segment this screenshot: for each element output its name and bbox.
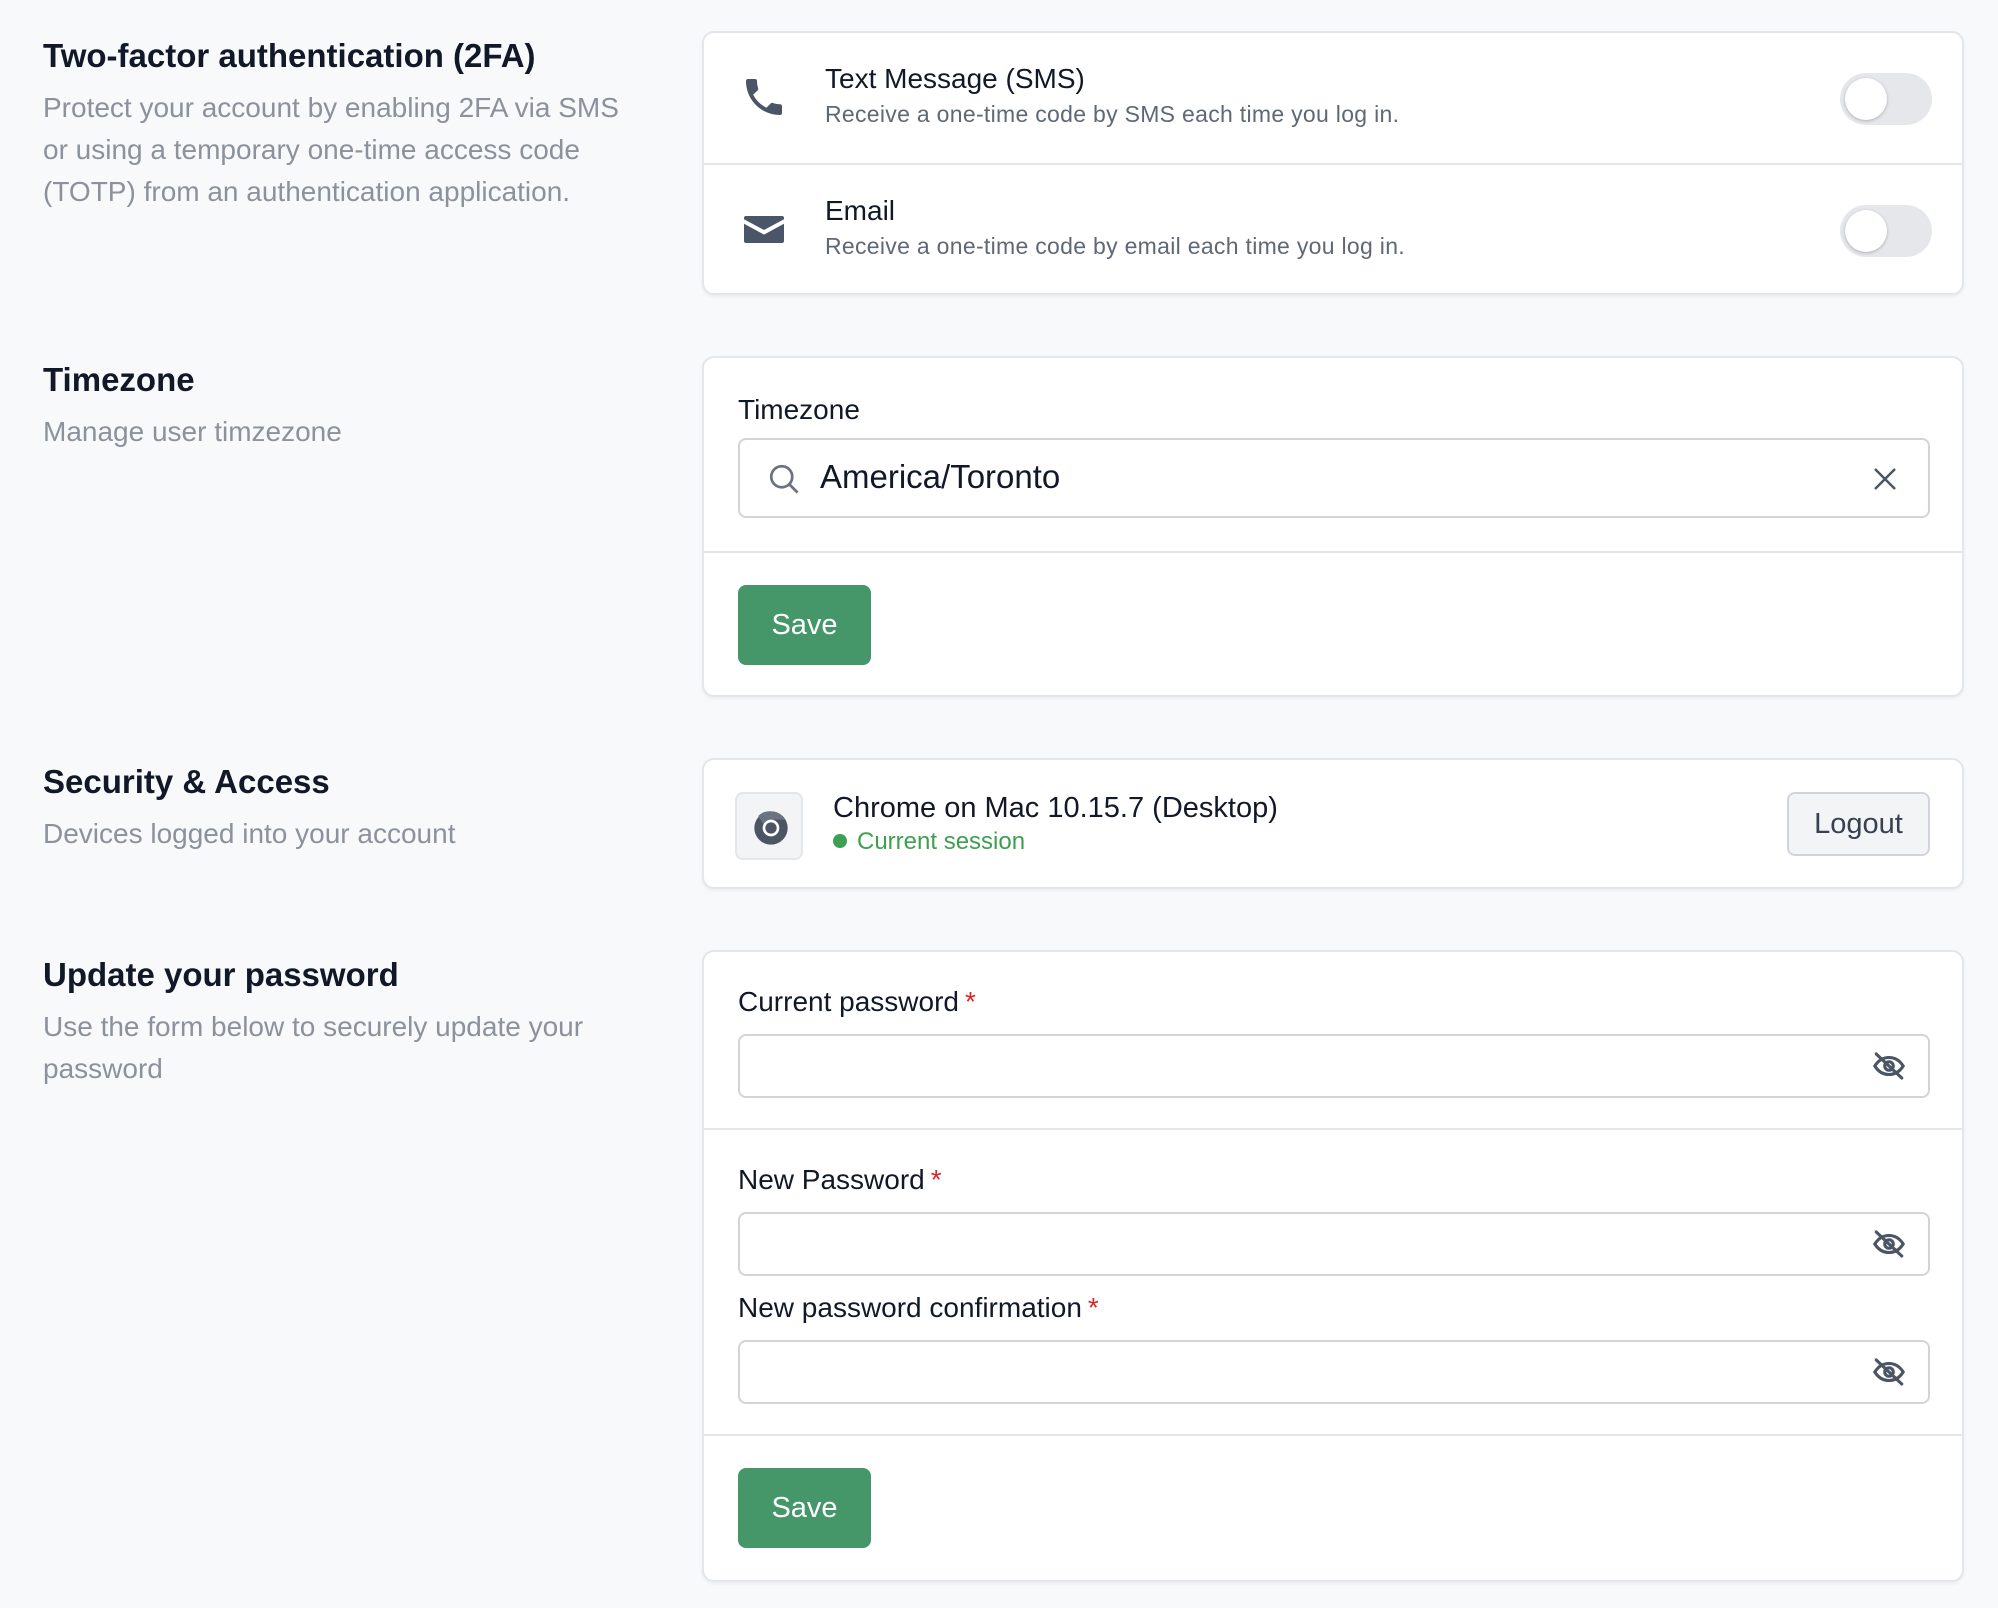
password-description: Use the form below to securely update yo… (43, 1011, 584, 1084)
confirm-password-label: New password confirmation * (738, 1292, 1099, 1324)
new-password-input[interactable] (740, 1214, 1928, 1274)
two-factor-description: Protect your account by enabling 2FA via… (43, 92, 619, 207)
timezone-value: America/Toronto (820, 458, 1061, 495)
email-toggle[interactable] (1840, 205, 1932, 257)
search-icon (769, 464, 799, 494)
required-marker: * (964, 986, 976, 1017)
clear-icon[interactable] (1870, 464, 1900, 494)
email-option-subtitle: Receive a one-time code by email each ti… (825, 233, 1405, 259)
timezone-description: Manage user timzezone (43, 416, 342, 447)
envelope-icon (744, 216, 784, 243)
current-password-input[interactable] (740, 1036, 1928, 1096)
sms-option-subtitle: Receive a one-time code by SMS each time… (825, 101, 1400, 127)
status-dot (833, 834, 847, 848)
eye-slash-icon[interactable] (1872, 1357, 1906, 1387)
eye-slash-icon[interactable] (1872, 1051, 1906, 1081)
eye-slash-icon[interactable] (1872, 1229, 1906, 1259)
two-factor-card: Text Message (SMS) Receive a one-time co… (702, 31, 1964, 295)
toggle-knob (1845, 78, 1887, 120)
timezone-select[interactable]: America/Toronto (738, 438, 1930, 518)
two-factor-description-block: Two-factor authentication (2FA) Protect … (43, 35, 643, 213)
current-password-field (738, 1034, 1930, 1098)
session-status-label: Current session (857, 828, 1026, 855)
timezone-description-block: Timezone Manage user timzezone (43, 359, 643, 453)
new-password-label-text: New Password (738, 1164, 925, 1195)
security-title: Security & Access (43, 763, 330, 800)
security-description-block: Security & Access Devices logged into yo… (43, 761, 643, 855)
confirm-password-label-text: New password confirmation (738, 1292, 1082, 1323)
current-password-label: Current password * (738, 986, 976, 1018)
new-password-label: New Password * (738, 1164, 942, 1196)
email-option-title: Email (825, 195, 896, 226)
card-divider (704, 551, 1962, 553)
timezone-title: Timezone (43, 361, 195, 398)
confirm-password-field (738, 1340, 1930, 1404)
card-divider (704, 1128, 1962, 1130)
timezone-card: Timezone America/Toronto Save (702, 356, 1964, 697)
two-factor-title: Two-factor authentication (2FA) (43, 37, 536, 74)
chrome-icon (754, 811, 788, 845)
security-description: Devices logged into your account (43, 818, 456, 849)
password-description-block: Update your password Use the form below … (43, 954, 643, 1090)
sms-option-title: Text Message (SMS) (825, 63, 1085, 94)
session-status: Current session (833, 828, 1025, 856)
card-divider (704, 1434, 1962, 1436)
browser-icon-box (735, 792, 803, 860)
session-card: Chrome on Mac 10.15.7 (Desktop) Current … (702, 758, 1964, 889)
timezone-save-button[interactable]: Save (738, 585, 871, 665)
password-save-button[interactable]: Save (738, 1468, 871, 1548)
phone-icon (746, 79, 782, 115)
session-device-name: Chrome on Mac 10.15.7 (Desktop) (833, 792, 1278, 824)
toggle-knob (1845, 210, 1887, 252)
password-title: Update your password (43, 956, 399, 993)
timezone-field-label: Timezone (738, 394, 860, 425)
sms-option-row: Text Message (SMS) Receive a one-time co… (704, 33, 1962, 163)
password-card: Current password * New Password * New pass… (702, 950, 1964, 1582)
sms-toggle[interactable] (1840, 73, 1932, 125)
current-password-label-text: Current password (738, 986, 959, 1017)
new-password-field (738, 1212, 1930, 1276)
logout-button[interactable]: Logout (1787, 792, 1930, 856)
required-marker: * (930, 1164, 942, 1195)
confirm-password-input[interactable] (740, 1342, 1928, 1402)
email-option-row: Email Receive a one-time code by email e… (704, 163, 1962, 293)
required-marker: * (1087, 1292, 1099, 1323)
